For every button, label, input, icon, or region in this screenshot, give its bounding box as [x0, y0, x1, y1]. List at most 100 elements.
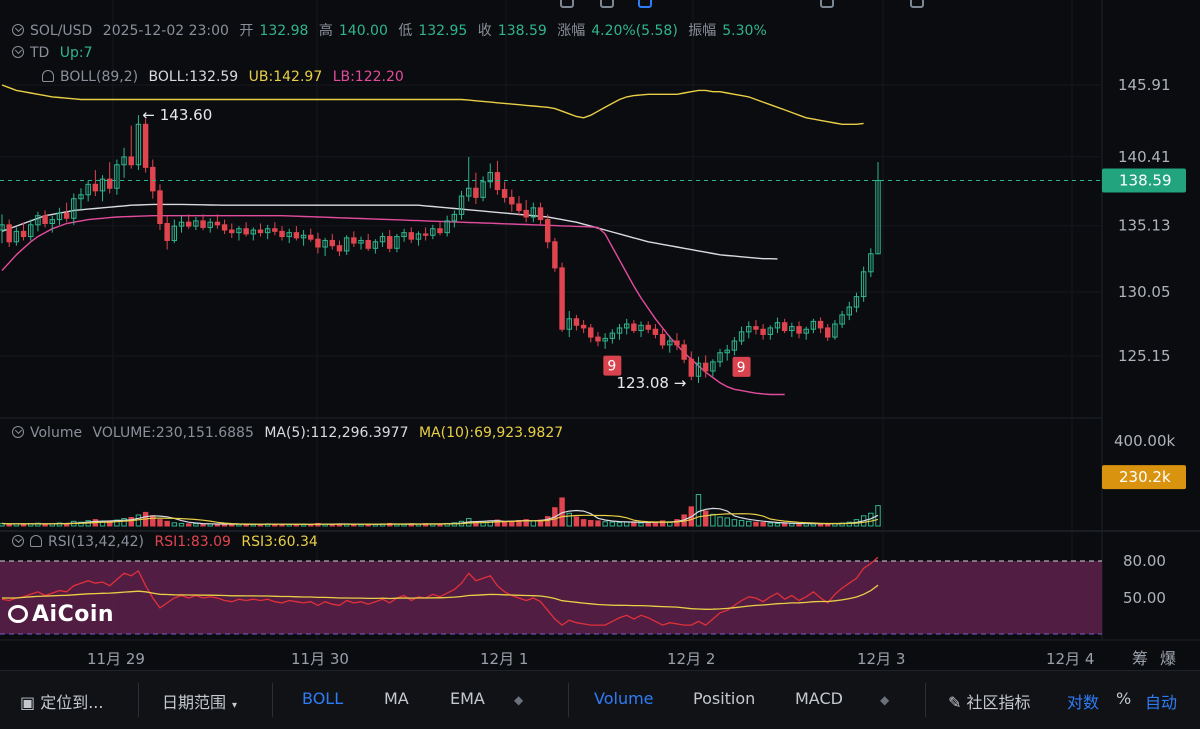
tool-icon[interactable]: [910, 0, 924, 8]
indicator-boll-button[interactable]: BOLL: [302, 689, 343, 708]
tool-icon[interactable]: [600, 0, 614, 8]
boll-lb-value: LB:122.20: [332, 69, 404, 85]
more-icon[interactable]: ◆: [880, 693, 889, 707]
candle-body: [552, 241, 558, 269]
amplitude-label: 振幅: [688, 23, 717, 39]
amplitude-value: 5.30%: [722, 23, 767, 39]
chart-canvas[interactable]: 11月 29 11月 30 12月 1 12月 2 12月 3 12月 4 筹爆 145.91…: [0, 0, 1200, 728]
candle-body: [473, 187, 479, 198]
indicator-ma-button[interactable]: MA: [384, 689, 409, 708]
candle-body: [20, 230, 27, 238]
locate-label: 定位到...: [40, 693, 104, 712]
more-icon[interactable]: ◆: [514, 693, 523, 707]
x-tick-label: 11月 30: [291, 650, 349, 668]
candle: [264, 224, 271, 240]
candle: [609, 329, 616, 344]
candle-body: [645, 324, 651, 330]
candle: [767, 325, 774, 340]
candle: [135, 115, 142, 170]
date-range-button[interactable]: 日期范围 ▾: [162, 689, 237, 713]
candle: [315, 232, 321, 254]
divider: [925, 683, 926, 717]
volume-bar: [171, 522, 178, 527]
log-scale-toggle[interactable]: 对数: [1067, 689, 1099, 713]
candle-body: [200, 220, 206, 228]
candle: [114, 159, 120, 195]
candle-body: [106, 178, 113, 189]
indicator-position-button[interactable]: Position: [693, 689, 755, 708]
volume-bar: [157, 519, 163, 527]
volume-value: VOLUME:230,151.6885: [92, 425, 254, 441]
volume-label[interactable]: Volume: [30, 425, 82, 441]
tool-icon[interactable]: [820, 0, 834, 8]
collapse-chevron-icon[interactable]: [12, 46, 24, 58]
candle: [853, 292, 860, 313]
candle: [387, 230, 393, 253]
volume-bar: [602, 521, 608, 527]
collapse-chevron-icon[interactable]: [12, 535, 24, 547]
tool-icon[interactable]: [560, 0, 574, 8]
bottom-toolbar: ▣ 定位到... 日期范围 ▾ BOLL MA EMA ◆ Volume Posi…: [0, 670, 1200, 729]
candle: [509, 189, 515, 212]
bell-icon[interactable]: [30, 535, 42, 547]
candle-body: [702, 362, 709, 372]
candle-body: [257, 229, 264, 234]
indicator-ema-button[interactable]: EMA: [450, 689, 485, 708]
candle-body: [315, 238, 321, 248]
candle: [358, 236, 364, 250]
candle: [846, 301, 853, 321]
candle-body: [674, 340, 680, 346]
calendar-icon: ▣: [20, 693, 41, 712]
candle-body: [437, 228, 443, 234]
candle: [365, 233, 371, 251]
divider: [138, 683, 139, 717]
volume-bar: [200, 523, 206, 527]
collapse-chevron-icon[interactable]: [12, 426, 24, 438]
candle: [6, 219, 12, 247]
collapse-chevron-icon[interactable]: [12, 24, 24, 36]
candle-body: [573, 318, 580, 326]
boll-upper-band: [1, 84, 864, 126]
percent-scale-toggle[interactable]: %: [1116, 689, 1131, 708]
volume-ma5: MA(5):112,296.3977: [264, 425, 409, 441]
indicator-macd-button[interactable]: MACD: [795, 689, 843, 708]
auto-scale-toggle[interactable]: 自动: [1145, 689, 1177, 713]
candle: [272, 222, 278, 236]
candle: [329, 233, 336, 250]
chevron-down-icon: ▾: [232, 700, 238, 711]
candle: [832, 320, 838, 340]
candle: [602, 333, 608, 349]
volume-indicator-row: Volume VOLUME:230,151.6885 MA(5):112,296…: [12, 425, 569, 441]
candle: [473, 172, 479, 204]
x-tick-label: 12月 4: [1046, 650, 1094, 668]
candle: [13, 227, 20, 246]
close-value: 138.59: [497, 23, 547, 39]
volume-bar: [731, 519, 738, 527]
boll-label[interactable]: BOLL(89,2): [60, 69, 138, 85]
volume-bar: [623, 521, 630, 527]
candle: [308, 228, 314, 242]
locate-button[interactable]: ▣ 定位到...: [20, 689, 103, 713]
td-indicator-row: TD Up:7: [12, 45, 99, 61]
td-label[interactable]: TD: [30, 45, 49, 61]
volume-bar: [695, 494, 702, 527]
candle: [494, 160, 501, 195]
candle: [458, 190, 465, 220]
boll-ub-value: UB:142.97: [248, 69, 323, 85]
indicator-volume-button[interactable]: Volume: [594, 689, 654, 708]
candle: [379, 232, 386, 247]
candle: [106, 162, 113, 194]
x-extra-label: 爆: [1160, 649, 1176, 668]
volume-bar: [580, 519, 587, 527]
candle: [451, 210, 458, 228]
tool-icon-active[interactable]: [638, 0, 652, 8]
candle-body: [128, 156, 134, 166]
rsi-label[interactable]: RSI(13,42,42): [48, 534, 144, 550]
x-tick-label: 11月 29: [87, 650, 145, 668]
bell-icon[interactable]: [42, 70, 54, 82]
candle: [401, 228, 407, 242]
price-tick-label: 130.05: [1118, 283, 1171, 301]
community-indicators-button[interactable]: ✎ 社区指标: [948, 689, 1031, 713]
candle: [343, 235, 350, 255]
candle: [35, 211, 41, 232]
